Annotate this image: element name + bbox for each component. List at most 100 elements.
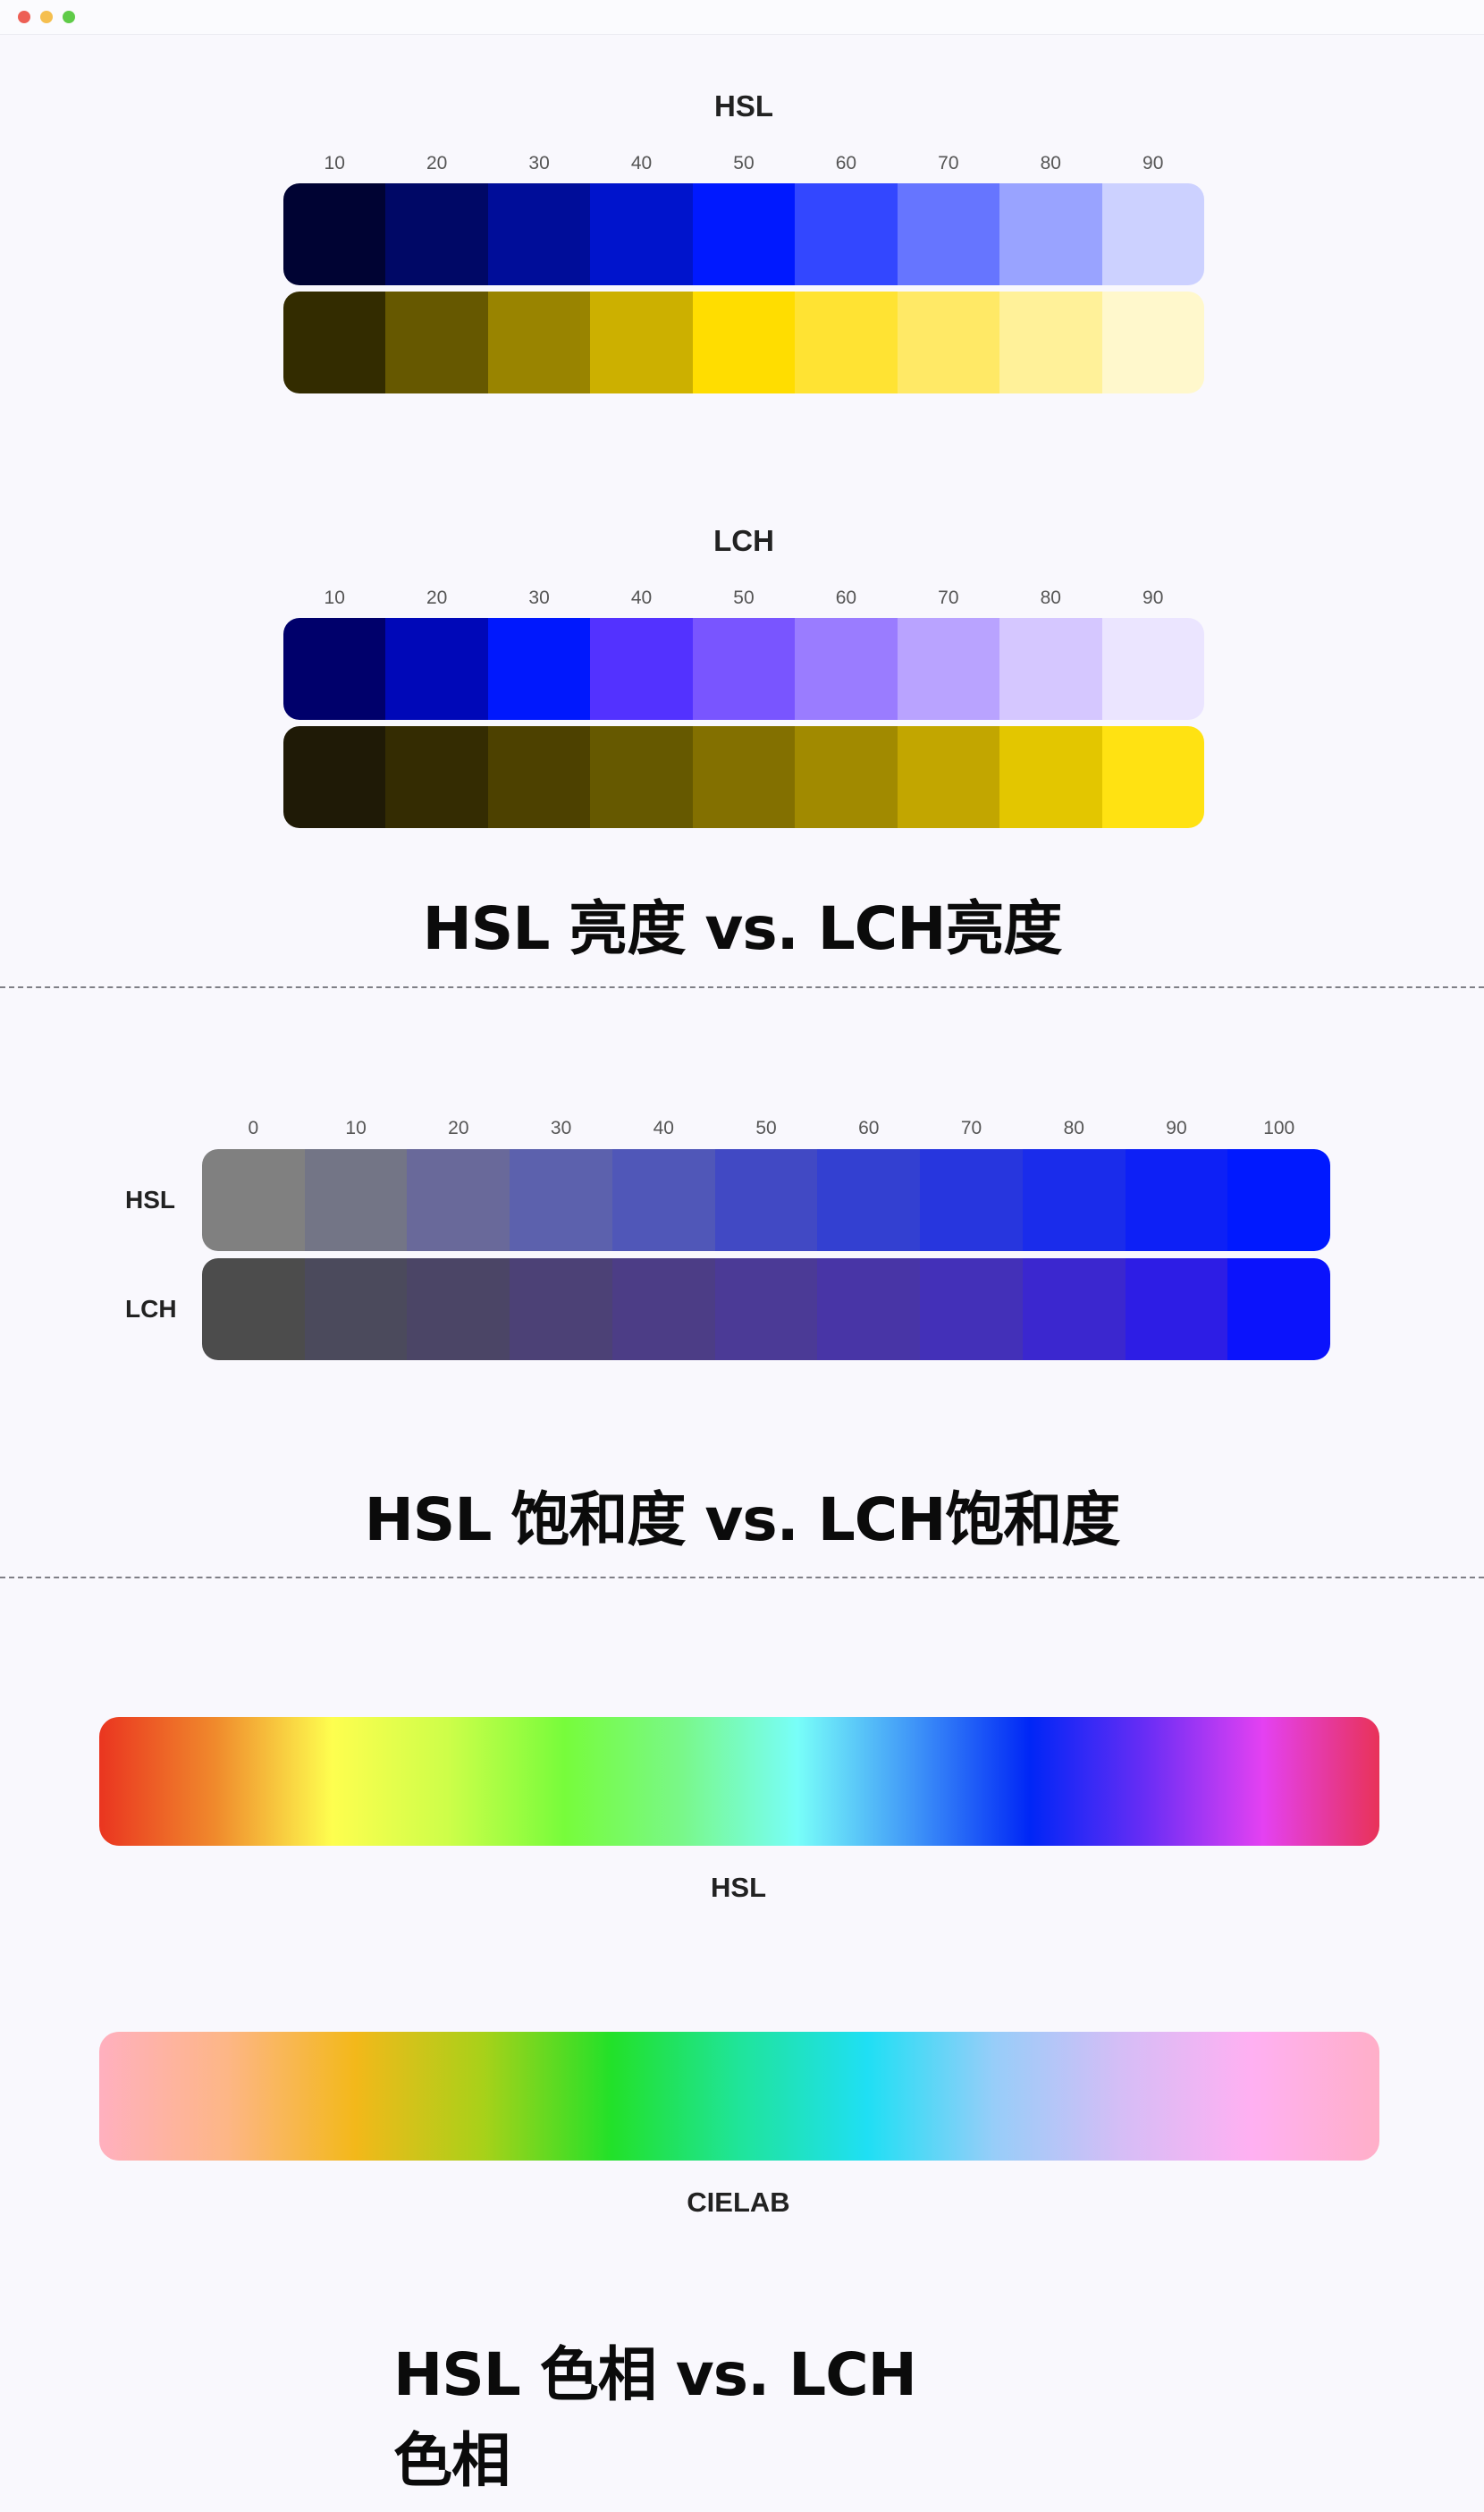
color-swatch — [590, 726, 693, 828]
color-swatch — [920, 1149, 1023, 1251]
saturation-heading: HSL 饱和度 vs. LCH饱和度 — [364, 1485, 1121, 1554]
cielab-hue-label: CIELAB — [687, 2186, 790, 2218]
color-swatch — [611, 1258, 715, 1360]
tick-label: 50 — [733, 153, 755, 173]
color-swatch — [487, 726, 591, 828]
color-swatch — [611, 1149, 715, 1251]
color-swatch — [920, 1258, 1023, 1360]
tick-label: 80 — [1040, 588, 1061, 608]
window-titlebar — [0, 0, 1484, 35]
color-swatch — [1101, 726, 1204, 828]
tick-label: 40 — [630, 153, 653, 173]
tick-label: 50 — [755, 1118, 777, 1138]
color-swatch — [714, 1149, 818, 1251]
color-swatch — [999, 618, 1102, 720]
tick-label: 20 — [426, 153, 448, 173]
saturation-ticks: 0 10 20 30 40 50 60 70 80 90 100 — [202, 1118, 1330, 1139]
tick-label: 70 — [938, 153, 959, 173]
color-swatch — [1125, 1149, 1228, 1251]
tick-label: 60 — [835, 588, 857, 608]
hsl-hue-gradient-bar — [99, 1717, 1379, 1846]
color-swatch — [692, 726, 796, 828]
color-swatch — [385, 292, 488, 393]
color-swatch — [283, 292, 386, 393]
close-window-icon[interactable] — [18, 11, 30, 23]
color-swatch — [795, 618, 898, 720]
tick-label: 70 — [960, 1118, 982, 1138]
tick-label: 50 — [733, 588, 755, 608]
tick-label: 40 — [630, 588, 653, 608]
color-swatch — [407, 1258, 510, 1360]
tick-label: 10 — [324, 588, 345, 608]
color-swatch — [817, 1258, 921, 1360]
color-swatch — [1227, 1149, 1330, 1251]
color-swatch — [692, 292, 796, 393]
color-swatch — [385, 183, 488, 285]
color-swatch — [897, 292, 1000, 393]
tick-label: 80 — [1040, 153, 1061, 173]
color-swatch — [202, 1258, 305, 1360]
lch-lightness-blue-row — [283, 618, 1204, 720]
tick-label: 0 — [248, 1118, 259, 1138]
hsl-lightness-blue-row — [283, 183, 1204, 285]
color-swatch — [999, 726, 1102, 828]
lch-lightness-title: LCH — [713, 524, 774, 557]
tick-label: 40 — [653, 1118, 674, 1138]
color-swatch — [1227, 1258, 1330, 1360]
tick-label: 10 — [324, 153, 345, 173]
hsl-saturation-row — [202, 1149, 1330, 1251]
color-swatch — [1022, 1258, 1126, 1360]
tick-label: 60 — [858, 1118, 880, 1138]
color-swatch — [590, 618, 693, 720]
tick-label: 20 — [448, 1118, 469, 1138]
tick-label: 90 — [1143, 153, 1164, 173]
color-swatch — [590, 292, 693, 393]
color-swatch — [692, 183, 796, 285]
hsl-hue-label: HSL — [711, 1872, 766, 1903]
color-swatch — [1101, 183, 1204, 285]
lightness-heading: HSL 亮度 vs. LCH亮度 — [422, 894, 1063, 963]
color-swatch — [795, 183, 898, 285]
tick-label: 30 — [528, 588, 550, 608]
tick-label: 90 — [1166, 1118, 1187, 1138]
hsl-lightness-ticks: 10 20 30 40 50 60 70 80 90 — [283, 153, 1204, 174]
color-swatch — [304, 1258, 408, 1360]
hue-heading: HSL 色相 vs. LCH色相 — [393, 2340, 917, 2495]
color-swatch — [510, 1258, 612, 1360]
color-swatch — [897, 183, 1000, 285]
lch-saturation-label: LCH — [125, 1295, 177, 1323]
tick-label: 100 — [1263, 1118, 1295, 1138]
color-swatch — [795, 726, 898, 828]
section-divider — [0, 986, 1484, 988]
color-swatch — [1125, 1258, 1228, 1360]
color-swatch — [692, 618, 796, 720]
color-swatch — [817, 1149, 921, 1251]
color-swatch — [385, 726, 488, 828]
color-swatch — [487, 183, 591, 285]
tick-label: 30 — [528, 153, 550, 173]
minimize-window-icon[interactable] — [40, 11, 53, 23]
color-swatch — [897, 726, 1000, 828]
tick-label: 90 — [1143, 588, 1164, 608]
color-swatch — [385, 618, 488, 720]
lch-lightness-yellow-row — [283, 726, 1204, 828]
color-swatch — [202, 1149, 305, 1251]
color-swatch — [1101, 618, 1204, 720]
tick-label: 30 — [550, 1118, 572, 1138]
color-swatch — [510, 1149, 612, 1251]
hsl-lightness-title: HSL — [714, 89, 773, 123]
color-swatch — [407, 1149, 510, 1251]
color-swatch — [999, 292, 1102, 393]
color-swatch — [795, 292, 898, 393]
section-divider-2 — [0, 1577, 1484, 1578]
zoom-window-icon[interactable] — [63, 11, 75, 23]
color-swatch — [283, 618, 386, 720]
color-swatch — [283, 183, 386, 285]
color-swatch — [487, 292, 591, 393]
lch-saturation-row — [202, 1258, 1330, 1360]
hsl-lightness-yellow-row — [283, 292, 1204, 393]
tick-label: 80 — [1063, 1118, 1084, 1138]
color-swatch — [999, 183, 1102, 285]
tick-label: 20 — [426, 588, 448, 608]
cielab-hue-gradient-bar — [99, 2032, 1379, 2161]
